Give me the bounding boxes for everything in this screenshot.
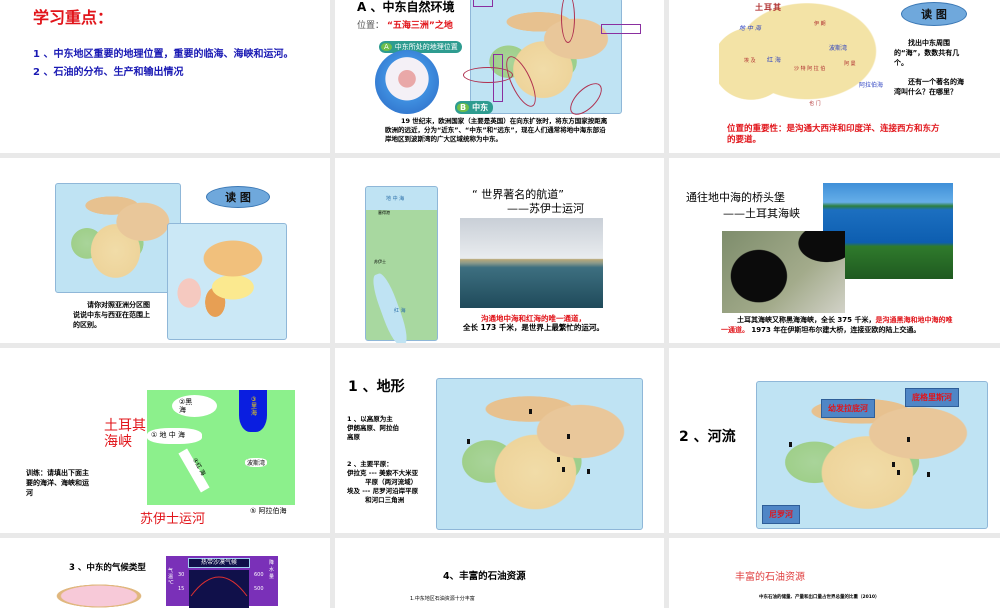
description-text: 土耳其海峡又称黑海海峡，全长 375 千米，是沟通黑海和地中海的唯一通道。 19… — [721, 316, 953, 335]
strait-label: 土耳其 海峡 — [104, 418, 146, 450]
suez-canal-photo — [460, 218, 603, 308]
map-label: ②黑 海 — [179, 398, 193, 414]
description-text: 全长 173 千米，是世界上最繁忙的运河。 — [463, 323, 604, 332]
slide-title: 3 、中东的气候类型 — [69, 563, 146, 573]
badge-letter: B — [457, 103, 470, 112]
slide-thumbnail-11[interactable]: 4、丰富的石油资源 1.中东地区石油资源十分丰富 — [335, 538, 664, 608]
map-label: ③ 里 海 — [251, 396, 258, 417]
exercise-map: ②黑 海 ① 地 中 海 ③ 里 海 ④红 海 波斯湾 — [147, 390, 295, 505]
map-label: 地 中 海 — [739, 25, 761, 32]
position-label: 位置： — [357, 21, 385, 31]
question-text: 找出中东周围的“海”，数数共有几个。 — [894, 39, 960, 67]
slide-thumbnail-12[interactable]: 丰富的石油资源 中东石油的储量、产量和出口量占世界总量的比重（2010） — [669, 538, 1000, 608]
river-label-tigris: 底格里斯河 — [905, 388, 959, 407]
map-label: 土耳其 — [755, 3, 782, 12]
map-label: ① 地 中 海 — [151, 431, 185, 439]
slide-text: 1.中东地区石油资源十分丰富 — [410, 596, 475, 602]
slide-thumbnail-6[interactable]: 通往地中海的桥头堡 ——土耳其海峡 土耳其海峡又称黑海海峡，全长 375 千米，… — [669, 158, 1000, 343]
climate-map — [55, 578, 165, 608]
slide-title: 学习重点： — [33, 8, 114, 27]
slide-title: 1 、地形 — [348, 379, 405, 395]
map-label: 红 海 — [394, 308, 406, 314]
badge-text: 中东 — [472, 103, 489, 112]
map-label: 地 中 海 — [386, 196, 405, 202]
tick-label: 15 — [178, 586, 185, 592]
slide-title: 2 、河流 — [679, 429, 736, 445]
badge-letter: A — [381, 43, 392, 51]
temperature-curve — [190, 576, 248, 597]
position-value: “五海三洲”之地 — [387, 21, 453, 31]
terrain-map — [436, 378, 643, 530]
badge-b: B 中东 — [455, 101, 494, 114]
map-label: 沙 特 阿 拉 伯 — [794, 66, 826, 72]
text-part: 1973 年在伊斯坦布尔建大桥，连接亚欧的陆上交通。 — [749, 325, 921, 334]
terrain-text: 1 、以高原为主 伊朗高原、阿拉伯 高原 — [347, 415, 399, 441]
question-text: 还有一个著名的海湾叫什么？在哪里？ — [894, 78, 964, 96]
globe-image — [375, 50, 439, 114]
slide-thumbnail-5[interactable]: 地 中 海 塞得港 苏伊士 红 海 “ 世界著名的航道” ——苏伊士运河 沟通地… — [335, 158, 664, 343]
read-map-cloud: 读 图 — [901, 2, 967, 26]
middle-east-map — [55, 183, 181, 293]
axis-label: 气 温 ℃ — [168, 568, 174, 586]
satellite-image — [722, 231, 845, 313]
slide-title: 丰富的石油资源 — [735, 572, 805, 583]
badge-a: A 中东所处的地理位置 — [379, 41, 462, 53]
asia-regions-map — [167, 223, 287, 340]
map-label: 伊 朗 — [814, 21, 826, 27]
river-label-euphrates: 幼发拉底河 — [821, 399, 875, 418]
map-label: 波斯湾 — [245, 458, 268, 467]
slide-thumbnail-3[interactable]: 地 中 海 红 海 波斯湾 阿拉伯海 土耳其 伊 朗 埃 及 沙 特 阿 拉 伯… — [669, 0, 1000, 153]
slide-thumbnail-8[interactable]: 1 、地形 1 、以高原为主 伊朗高原、阿拉伯 高原 2 、主要平原： 伊拉克 … — [335, 348, 664, 533]
slide-subtitle: ——土耳其海峡 — [723, 207, 800, 220]
axis-label: 降 水 量 — [269, 560, 275, 580]
map-label: 苏伊士 — [374, 259, 386, 264]
slide-thumbnail-1[interactable]: 学习重点： 1 、中东地区重要的地理位置，重要的临海、海峡和运河。 2 、石油的… — [0, 0, 330, 153]
climate-chart: 热带沙漠气候 气 温 ℃ 30 15 600 500 降 水 量 — [166, 556, 278, 608]
tick-label: 30 — [178, 572, 185, 578]
middle-east-map — [463, 0, 641, 121]
exercise-text: 训练：请填出下面主要的海洋、海峡和运河 — [26, 469, 89, 497]
map-label: 阿 曼 — [844, 61, 856, 67]
tick-label: 600 — [254, 572, 264, 578]
canal-label: 苏伊士运河 — [140, 512, 206, 527]
slide-text: 中东石油的储量、产量和出口量占世界总量的比重（2010） — [759, 595, 880, 600]
slide-title: 通往地中海的桥头堡 — [686, 191, 785, 204]
river-label-nile: 尼罗河 — [762, 505, 800, 524]
map-label: 阿拉伯海 — [859, 82, 884, 89]
middle-east-outline-map: 地 中 海 红 海 波斯湾 阿拉伯海 土耳其 伊 朗 埃 及 沙 特 阿 拉 伯… — [719, 0, 883, 120]
slide-thumbnail-7[interactable]: ②黑 海 ① 地 中 海 ③ 里 海 ④红 海 波斯湾 土耳其 海峡 苏伊士运河… — [0, 348, 330, 533]
instruction-text: 请你对照亚洲分区图说说中东与西亚在范围上的区别。 — [73, 301, 150, 329]
slide-subtitle: ——苏伊士运河 — [507, 202, 584, 215]
chart-plot — [189, 570, 249, 608]
slide-thumbnail-2[interactable]: A 、中东自然环境 位置： “五海三洲”之地 A 中东所处的地理位置 B 中东 19… — [335, 0, 664, 153]
key-point: 2 、石油的分布、生产和输出情况 — [33, 67, 184, 78]
chart-title: 热带沙漠气候 — [188, 558, 250, 568]
map-label: ⑤ 阿拉伯海 — [250, 507, 287, 515]
map-label: 波斯湾 — [829, 45, 848, 52]
tick-label: 500 — [254, 586, 264, 592]
map-label: 埃 及 — [744, 58, 756, 64]
key-point: 1 、中东地区重要的地理位置，重要的临海、海峡和运河。 — [33, 49, 294, 60]
map-label: 红 海 — [767, 57, 781, 64]
slide-thumbnail-9[interactable]: 2 、河流 幼发拉底河 底格里斯河 尼罗河 — [669, 348, 1000, 533]
paragraph: 19 世纪末，欧洲国家（主要是英国）在向东扩张时，将东方国家按距离欧洲的远近，分… — [385, 117, 608, 143]
map-label: 也 门 — [809, 101, 821, 107]
importance-text: 位置的重要性：是沟通大西洋和印度洋、连接西方和东方的要道。 — [727, 124, 940, 145]
read-map-cloud: 读 图 — [206, 186, 270, 208]
text-part: 土耳其海峡又称黑海海峡，全长 375 千米， — [737, 316, 876, 324]
map-label: 塞得港 — [378, 210, 390, 215]
slide-thumbnail-10[interactable]: 3 、中东的气候类型 热带沙漠气候 气 温 ℃ 30 15 600 500 降 … — [0, 538, 330, 608]
slide-thumbnail-4[interactable]: 读 图 请你对照亚洲分区图说说中东与西亚在范围上的区别。 — [0, 158, 330, 343]
suez-canal-map: 地 中 海 塞得港 苏伊士 红 海 — [365, 186, 438, 343]
slide-title: A 、中东自然环境 — [357, 0, 455, 14]
slide-title: 4、丰富的石油资源 — [443, 571, 526, 582]
plains-text: 2 、主要平原： 伊拉克 --- 美索不大米亚 平原（两河流域） 埃及 --- … — [347, 460, 419, 504]
